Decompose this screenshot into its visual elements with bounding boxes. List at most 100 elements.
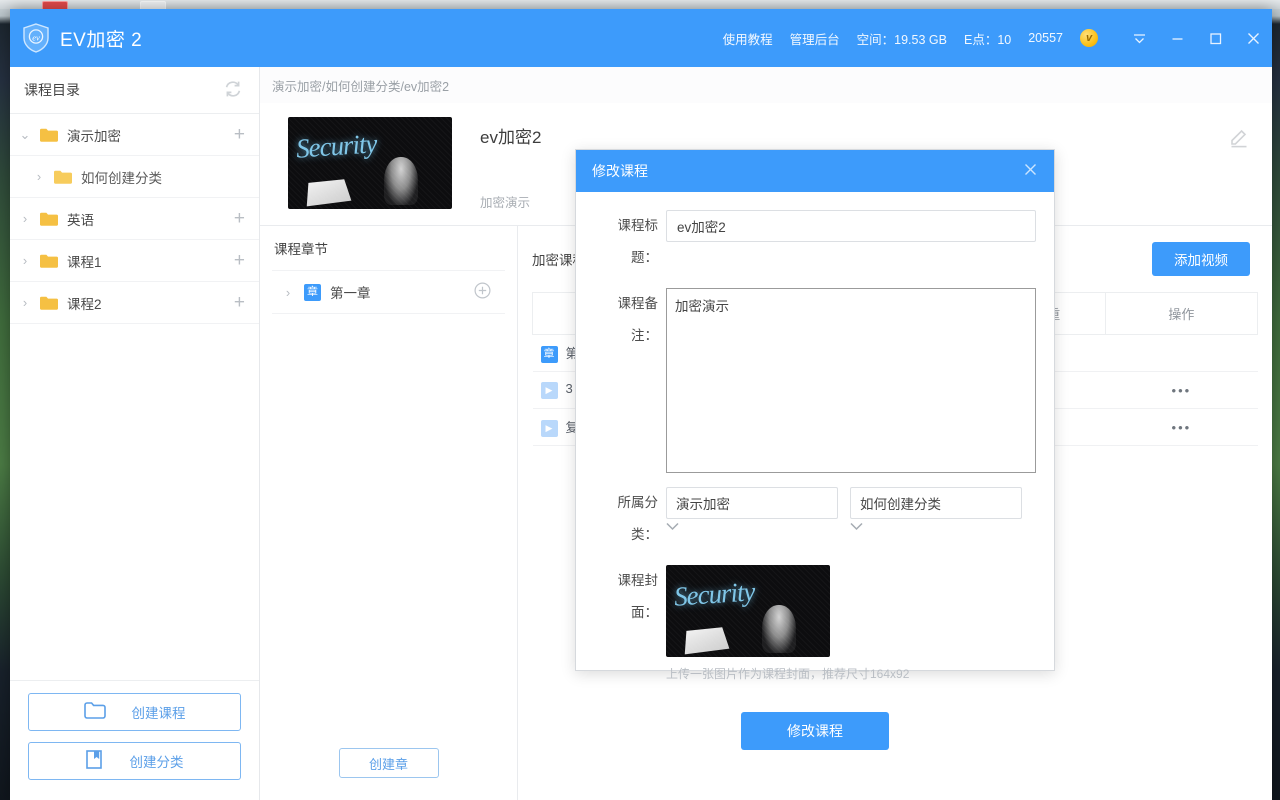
minimize-button[interactable]	[1158, 21, 1196, 55]
folder-icon	[40, 128, 58, 142]
caret-icon[interactable]: ›	[10, 296, 40, 309]
collapse-button[interactable]	[1120, 21, 1158, 55]
circle-plus-icon[interactable]	[474, 282, 491, 302]
course-tree: ⌄ 演示加密 + › 如何创建分类 › 英语 + › 课程1 + › 课程2 +	[10, 114, 259, 680]
close-icon[interactable]	[1021, 160, 1040, 182]
desktop-top-strip	[0, 0, 1280, 9]
sidebar-item-yanshijiami[interactable]: ⌄ 演示加密 +	[10, 114, 259, 156]
caret-icon[interactable]: ›	[10, 212, 40, 225]
course-meta: ev加密2 加密演示	[452, 117, 541, 211]
field-course-category: 所属分类： 演示加密 如何创建分类	[594, 487, 1036, 551]
sidebar-footer: 创建课程 创建分类	[10, 680, 259, 800]
course-title: ev加密2	[480, 128, 542, 147]
sidebar-item-ruhechuangjianfenlei[interactable]: › 如何创建分类	[10, 156, 259, 198]
caret-icon[interactable]: ›	[10, 254, 40, 267]
refresh-icon[interactable]	[223, 79, 243, 102]
course-title-input[interactable]	[666, 210, 1036, 242]
account-number: 20557	[1028, 31, 1063, 45]
course-cover-preview[interactable]: Security	[666, 565, 830, 657]
field-course-remark: 课程备注： 加密演示	[594, 288, 1036, 473]
row-action-cell	[1105, 334, 1258, 372]
course-title-label: 课程标题：	[617, 218, 659, 265]
course-description: 加密演示	[480, 196, 531, 210]
tutorial-link[interactable]: 使用教程	[723, 29, 773, 48]
course-remark-label: 课程备注：	[617, 296, 659, 343]
sidebar-item-yingyu[interactable]: › 英语 +	[10, 198, 259, 240]
create-course-button[interactable]: 创建课程	[28, 693, 241, 731]
chevron-down-icon	[1133, 33, 1145, 43]
chapter-label: 第一章	[330, 286, 371, 301]
row-action-menu[interactable]: •••	[1105, 408, 1258, 446]
chevron-down-icon	[666, 519, 679, 534]
play-icon: ▶	[540, 420, 558, 438]
close-icon	[1247, 32, 1259, 44]
primary-category-select[interactable]: 演示加密	[666, 487, 838, 519]
chapters-pane: 课程章节 › 章 第一章 创建章	[260, 226, 518, 800]
sidebar-item-label: 英语	[67, 212, 94, 228]
sidebar-item-kecheng1[interactable]: › 课程1 +	[10, 240, 259, 282]
sidebar-item-label: 课程1	[67, 254, 102, 270]
sidebar-header: 课程目录	[10, 67, 259, 114]
add-icon[interactable]: +	[234, 293, 245, 312]
folder-icon	[83, 702, 106, 722]
course-remark-textarea[interactable]: 加密演示	[666, 288, 1036, 473]
caret-icon[interactable]: ›	[272, 285, 304, 300]
create-category-button[interactable]: 创建分类	[28, 742, 241, 780]
caret-icon[interactable]: ⌄	[10, 128, 40, 141]
add-video-button[interactable]: 添加视频	[1152, 242, 1250, 276]
sidebar: 课程目录 ⌄ 演示加密 + › 如何创建分类 › 英语 + › 课程1 + › …	[10, 67, 260, 800]
primary-category-select-wrap: 演示加密	[666, 487, 838, 534]
folder-icon	[40, 296, 58, 310]
dialog-body: 课程标题： 课程备注： 加密演示 所属分类： 演示加密	[576, 192, 1054, 750]
maximize-button[interactable]	[1196, 21, 1234, 55]
dialog-header: 修改课程	[576, 150, 1054, 192]
add-icon[interactable]: +	[234, 125, 245, 144]
coin-icon[interactable]: v	[1080, 29, 1098, 47]
chapter-row[interactable]: › 章 第一章	[272, 270, 505, 314]
chevron-down-icon	[850, 519, 863, 534]
title-bar: ev EV加密 2 使用教程 管理后台 空间：19.53 GB E点：10 20…	[10, 9, 1272, 67]
sidebar-item-label: 演示加密	[67, 128, 121, 144]
add-icon[interactable]: +	[234, 251, 245, 270]
create-course-label: 创建课程	[131, 706, 186, 721]
cover-upload-hint: 上传一张图片作为课程封面，推荐尺寸164x92	[666, 667, 910, 681]
minimize-icon	[1172, 37, 1182, 40]
sidebar-item-label: 课程2	[67, 296, 102, 312]
chapter-badge: 章	[304, 283, 321, 301]
chapters-spacer	[260, 314, 517, 748]
caret-icon[interactable]: ›	[24, 170, 54, 183]
secondary-category-value: 如何创建分类	[860, 497, 941, 512]
field-course-title: 课程标题：	[594, 210, 1036, 274]
cover-grain-overlay	[288, 117, 452, 209]
primary-category-value: 演示加密	[676, 497, 730, 512]
row-name-text: 3	[565, 381, 573, 397]
course-cover-uploader[interactable]: Security 上传一张图片作为课程封面，推荐尺寸164x92	[666, 565, 1036, 682]
secondary-category-select[interactable]: 如何创建分类	[850, 487, 1022, 519]
svg-text:ev: ev	[32, 32, 40, 42]
create-category-label: 创建分类	[129, 755, 184, 770]
chapters-title: 课程章节	[274, 242, 328, 257]
epoint-info: E点：10	[963, 32, 1012, 47]
create-chapter-button[interactable]: 创建章	[338, 748, 439, 778]
folder-icon	[40, 212, 58, 226]
secondary-category-select-wrap: 如何创建分类	[850, 487, 1022, 534]
storage-info: 空间：19.53 GB	[856, 32, 947, 47]
maximize-icon	[1209, 32, 1221, 44]
column-header-action: 操作	[1104, 292, 1259, 335]
chapters-footer: 创建章	[260, 748, 517, 800]
admin-console-link[interactable]: 管理后台	[790, 29, 840, 48]
bookmark-icon	[85, 750, 104, 772]
app-brand: ev EV加密 2	[22, 23, 142, 53]
ev-shield-icon: ev	[22, 23, 50, 53]
row-action-menu[interactable]: •••	[1105, 371, 1258, 409]
sidebar-title: 课程目录	[24, 82, 80, 98]
add-icon[interactable]: +	[234, 209, 245, 228]
folder-icon	[40, 254, 58, 268]
folder-icon	[54, 170, 72, 184]
close-button[interactable]	[1234, 21, 1272, 55]
pencil-icon[interactable]	[1228, 127, 1250, 152]
sidebar-item-kecheng2[interactable]: › 课程2 +	[10, 282, 259, 324]
breadcrumb: 演示加密/如何创建分类/ev加密2	[260, 67, 1272, 103]
submit-edit-course-button[interactable]: 修改课程	[741, 712, 889, 750]
course-category-label: 所属分类：	[617, 495, 659, 542]
